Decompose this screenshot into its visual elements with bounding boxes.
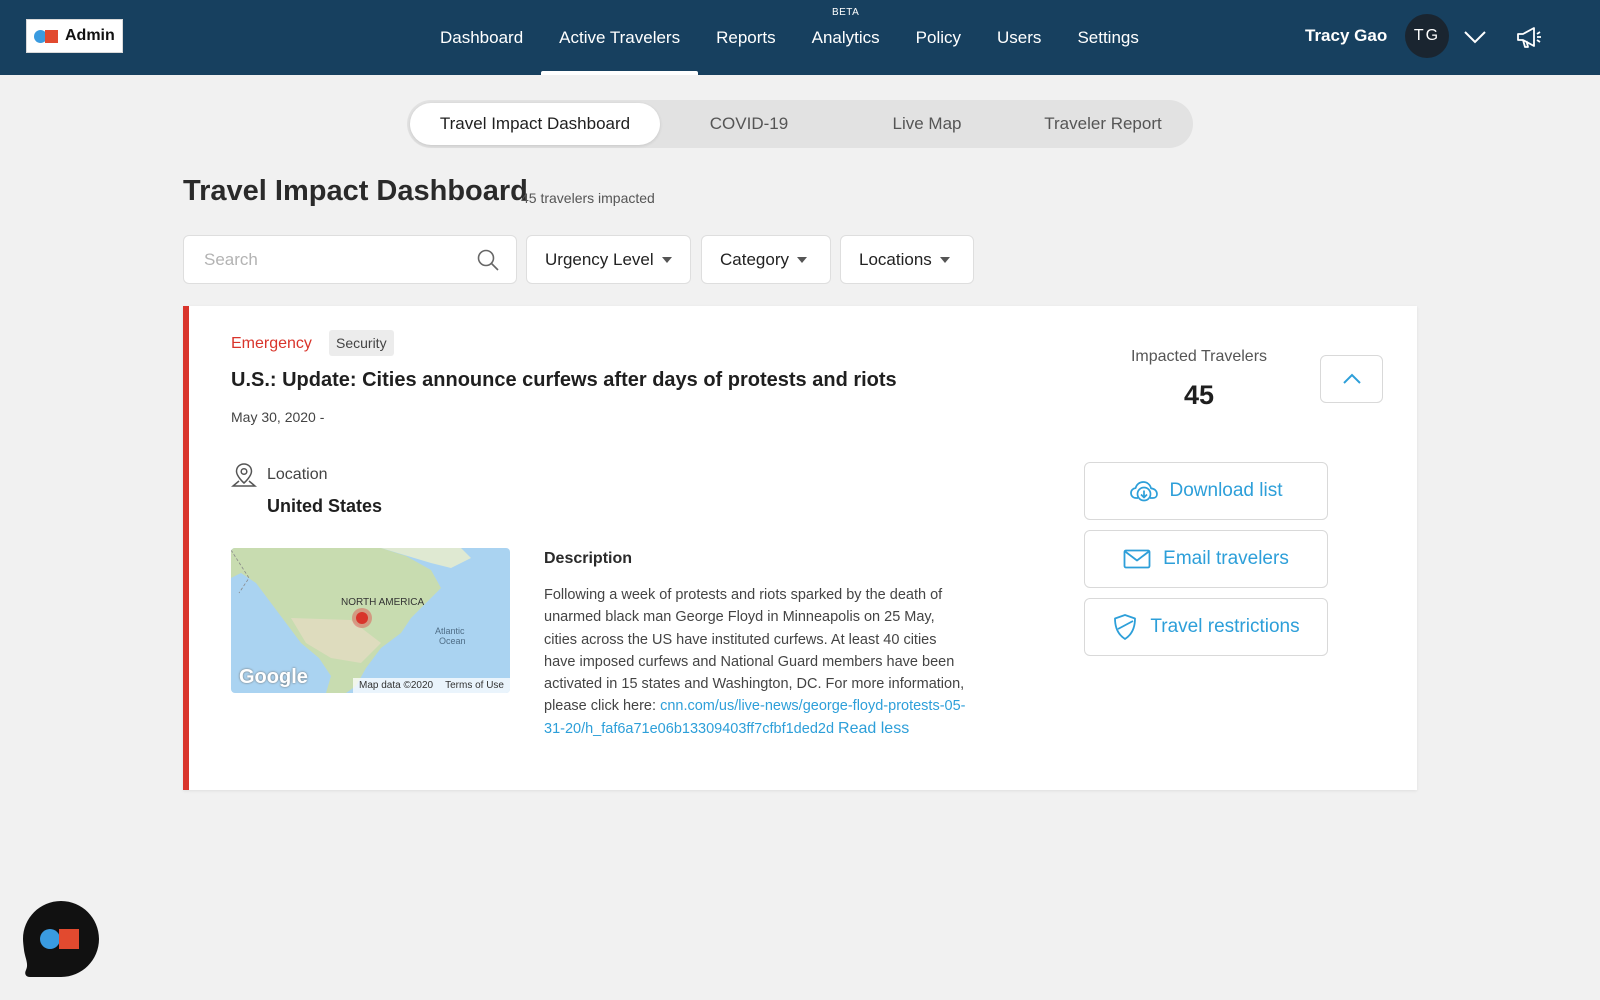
urgency-label: Emergency xyxy=(231,335,312,352)
caret-down-icon xyxy=(661,256,672,263)
nav-label: Policy xyxy=(915,27,962,47)
impacted-travelers-count: 45 xyxy=(1183,380,1215,410)
email-travelers-button[interactable]: Email travelers xyxy=(1084,530,1328,588)
user-name[interactable]: Tracy Gao xyxy=(1305,26,1387,46)
nav-label: Users xyxy=(997,27,1042,47)
map-region-label: NORTH AMERICA xyxy=(341,597,425,608)
alert-date: May 30, 2020 - xyxy=(231,409,325,425)
nav-dashboard[interactable]: Dashboard xyxy=(422,0,541,75)
nav-label: Settings xyxy=(1077,27,1139,47)
main-nav: Dashboard Active Travelers Reports BETA … xyxy=(422,0,1157,75)
location-label: Location xyxy=(267,466,328,483)
dashboard-tabs: Travel Impact Dashboard COVID-19 Live Ma… xyxy=(407,100,1193,148)
impacted-travelers-label: Impacted Travelers xyxy=(1130,348,1268,365)
location-value: United States xyxy=(267,496,383,516)
shield-icon xyxy=(1114,614,1137,640)
nav-label: Active Travelers xyxy=(559,27,681,47)
nav-label: Analytics xyxy=(811,27,880,47)
read-less-link[interactable]: Read less xyxy=(838,720,909,737)
location-map[interactable]: NORTH AMERICA Atlantic Ocean Google Map … xyxy=(231,548,510,693)
nav-label: Dashboard xyxy=(440,27,524,47)
nav-label: Reports xyxy=(716,27,776,47)
button-label: Travel restrictions xyxy=(1150,616,1300,637)
location-pin-icon xyxy=(231,463,257,487)
caret-down-icon xyxy=(796,256,807,263)
chevron-up-icon xyxy=(1342,373,1361,384)
dropdown-label: Locations xyxy=(859,249,932,269)
category-badge: Security xyxy=(329,330,394,356)
megaphone-icon[interactable] xyxy=(1512,20,1546,54)
logo-label: Admin xyxy=(65,27,115,44)
tab-traveler-report[interactable]: Traveler Report xyxy=(1016,103,1190,145)
cloud-download-icon xyxy=(1129,481,1158,502)
alert-card: Emergency Security U.S.: Update: Cities … xyxy=(183,306,1417,790)
tab-label: Traveler Report xyxy=(1044,114,1162,133)
chevron-down-icon[interactable] xyxy=(1460,22,1490,52)
nav-policy[interactable]: Policy xyxy=(898,0,979,75)
chat-widget-button[interactable] xyxy=(22,900,100,978)
nav-analytics[interactable]: BETA Analytics xyxy=(794,0,898,75)
dropdown-label: Urgency Level xyxy=(545,249,654,269)
envelope-icon xyxy=(1123,549,1151,569)
tab-label: Live Map xyxy=(892,114,962,133)
tab-live-map[interactable]: Live Map xyxy=(838,103,1016,145)
locations-dropdown[interactable]: Locations xyxy=(840,235,974,284)
search-icon[interactable] xyxy=(476,248,500,272)
chat-bubble-icon xyxy=(23,901,99,977)
description-heading: Description xyxy=(544,550,633,567)
description-text: Following a week of protests and riots s… xyxy=(544,587,965,715)
map-data-credit: Map data ©2020 xyxy=(359,680,434,691)
beta-badge: BETA xyxy=(831,7,860,18)
map-terms-link[interactable]: Terms of Use xyxy=(445,680,504,691)
google-logo: Google xyxy=(239,666,308,688)
alert-title: U.S.: Update: Cities announce curfews af… xyxy=(231,369,897,391)
dropdown-label: Category xyxy=(720,249,789,269)
tab-label: COVID-19 xyxy=(709,114,789,133)
page-title: Travel Impact Dashboard xyxy=(183,175,528,207)
download-list-button[interactable]: Download list xyxy=(1084,462,1328,520)
caret-down-icon xyxy=(939,256,950,263)
avatar[interactable]: TG xyxy=(1405,14,1449,58)
tab-label: Travel Impact Dashboard xyxy=(439,114,631,133)
collapse-button[interactable] xyxy=(1320,355,1383,403)
search-input[interactable] xyxy=(184,236,464,283)
nav-users[interactable]: Users xyxy=(979,0,1059,75)
category-dropdown[interactable]: Category xyxy=(701,235,831,284)
logo-square-icon xyxy=(45,29,58,43)
button-label: Email travelers xyxy=(1163,548,1289,569)
tab-covid-19[interactable]: COVID-19 xyxy=(660,103,838,145)
nav-active-travelers[interactable]: Active Travelers xyxy=(541,0,699,75)
admin-logo[interactable]: Admin xyxy=(26,19,123,53)
button-label: Download list xyxy=(1169,480,1283,501)
urgency-level-dropdown[interactable]: Urgency Level xyxy=(526,235,691,284)
top-navigation-bar: Admin Dashboard Active Travelers Reports… xyxy=(0,0,1600,75)
nav-reports[interactable]: Reports xyxy=(698,0,794,75)
travelers-impacted-count: 45 travelers impacted xyxy=(521,190,655,206)
map-ocean-label: Ocean xyxy=(439,636,466,646)
travel-restrictions-button[interactable]: Travel restrictions xyxy=(1084,598,1328,656)
nav-settings[interactable]: Settings xyxy=(1059,0,1156,75)
description-body: Following a week of protests and riots s… xyxy=(544,584,969,740)
map-footer: Map data ©2020 Terms of Use xyxy=(353,678,510,693)
tab-travel-impact-dashboard[interactable]: Travel Impact Dashboard xyxy=(410,103,660,145)
search-box xyxy=(183,235,517,284)
